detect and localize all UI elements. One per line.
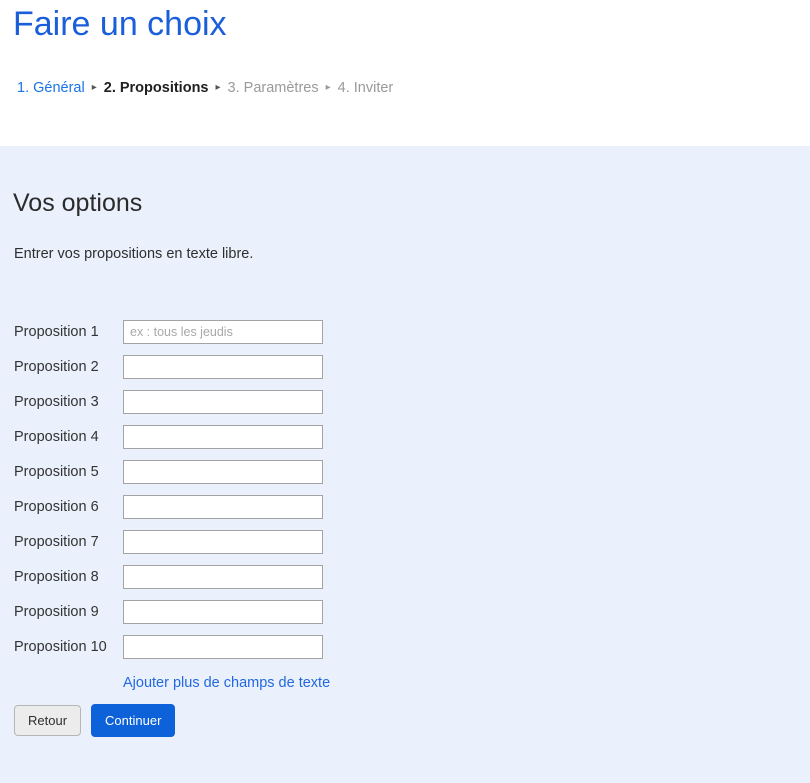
section-description: Entrer vos propositions en texte libre.: [14, 246, 254, 262]
proposition-row: Proposition 7: [0, 524, 810, 559]
proposition-row: Proposition 4: [0, 419, 810, 454]
app-title: Faire un choix: [13, 5, 227, 43]
main-panel: Vos options Entrer vos propositions en t…: [0, 146, 810, 783]
proposition-4-label: Proposition 4: [14, 428, 99, 445]
proposition-row: Proposition 3: [0, 384, 810, 419]
proposition-7-label: Proposition 7: [14, 533, 99, 550]
proposition-5-label: Proposition 5: [14, 463, 99, 480]
breadcrumb: 1. Général ▸ 2. Propositions ▸ 3. Paramè…: [17, 80, 393, 96]
continue-button[interactable]: Continuer: [91, 704, 176, 737]
proposition-5-input[interactable]: [123, 459, 323, 484]
proposition-7-input[interactable]: [123, 529, 323, 554]
add-more-text-fields-link[interactable]: Ajouter plus de champs de texte: [123, 673, 330, 693]
propositions-form: Proposition 1 Proposition 2 Proposition …: [0, 314, 810, 697]
proposition-3-input[interactable]: [123, 389, 323, 414]
proposition-3-label: Proposition 3: [14, 393, 99, 410]
proposition-row: Proposition 10: [0, 629, 810, 664]
proposition-row: Proposition 1: [0, 314, 810, 349]
proposition-8-input[interactable]: [123, 564, 323, 589]
page-header: Faire un choix 1. Général ▸ 2. Propositi…: [0, 0, 810, 146]
breadcrumb-step-general[interactable]: 1. Général: [17, 80, 85, 96]
chevron-right-icon: ▸: [215, 82, 221, 93]
back-button[interactable]: Retour: [14, 705, 82, 736]
breadcrumb-step-parametres[interactable]: 3. Paramètres: [228, 80, 319, 96]
proposition-row: Proposition 9: [0, 594, 810, 629]
proposition-1-input[interactable]: [123, 319, 323, 344]
proposition-row: Proposition 5: [0, 454, 810, 489]
proposition-6-input[interactable]: [123, 494, 323, 519]
proposition-10-input[interactable]: [123, 634, 323, 659]
proposition-row: Proposition 8: [0, 559, 810, 594]
breadcrumb-step-inviter[interactable]: 4. Inviter: [338, 80, 394, 96]
chevron-right-icon: ▸: [91, 82, 97, 93]
proposition-2-input[interactable]: [123, 354, 323, 379]
proposition-6-label: Proposition 6: [14, 498, 99, 515]
form-actions: Retour Continuer: [14, 704, 176, 737]
proposition-4-input[interactable]: [123, 424, 323, 449]
proposition-10-label: Proposition 10: [14, 638, 107, 655]
breadcrumb-step-propositions[interactable]: 2. Propositions: [104, 80, 209, 96]
proposition-row: Proposition 2: [0, 349, 810, 384]
add-fields-row: Ajouter plus de champs de texte: [0, 669, 810, 697]
page-title: Vos options: [13, 189, 143, 217]
proposition-row: Proposition 6: [0, 489, 810, 524]
proposition-2-label: Proposition 2: [14, 358, 99, 375]
chevron-right-icon: ▸: [325, 82, 331, 93]
proposition-9-input[interactable]: [123, 599, 323, 624]
proposition-1-label: Proposition 1: [14, 323, 99, 340]
proposition-8-label: Proposition 8: [14, 568, 99, 585]
proposition-9-label: Proposition 9: [14, 603, 99, 620]
